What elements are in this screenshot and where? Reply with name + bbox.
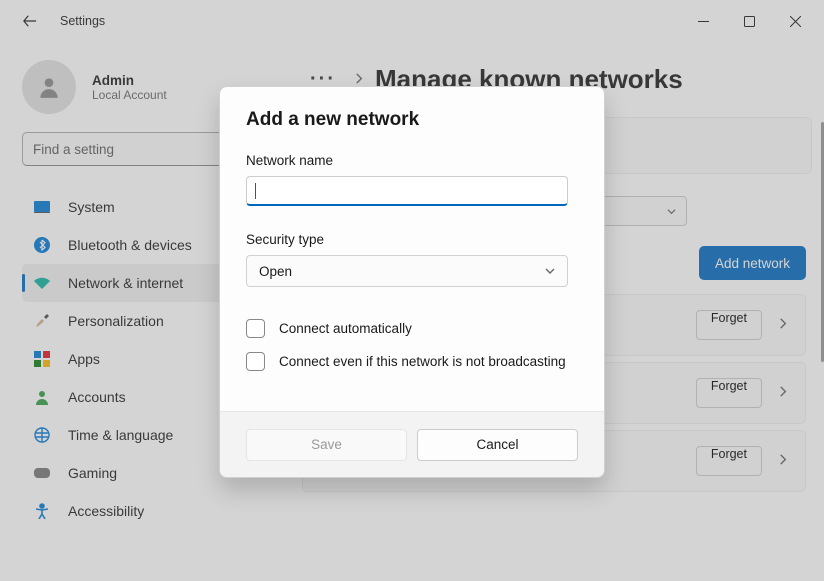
dialog-title: Add a new network [246,109,578,131]
network-name-input[interactable] [246,176,568,206]
security-type-select[interactable]: Open [246,255,568,287]
text-caret [255,183,256,199]
connect-auto-checkbox[interactable] [246,319,265,338]
chevron-down-icon [545,266,555,276]
security-type-label: Security type [246,232,578,247]
connect-auto-label: Connect automatically [279,321,412,336]
modal-overlay: Add a new network Network name Security … [0,0,824,581]
save-button[interactable]: Save [246,429,407,461]
connect-hidden-label: Connect even if this network is not broa… [279,354,566,369]
cancel-button[interactable]: Cancel [417,429,578,461]
add-network-dialog: Add a new network Network name Security … [219,86,605,478]
connect-hidden-checkbox[interactable] [246,352,265,371]
network-name-label: Network name [246,153,578,168]
